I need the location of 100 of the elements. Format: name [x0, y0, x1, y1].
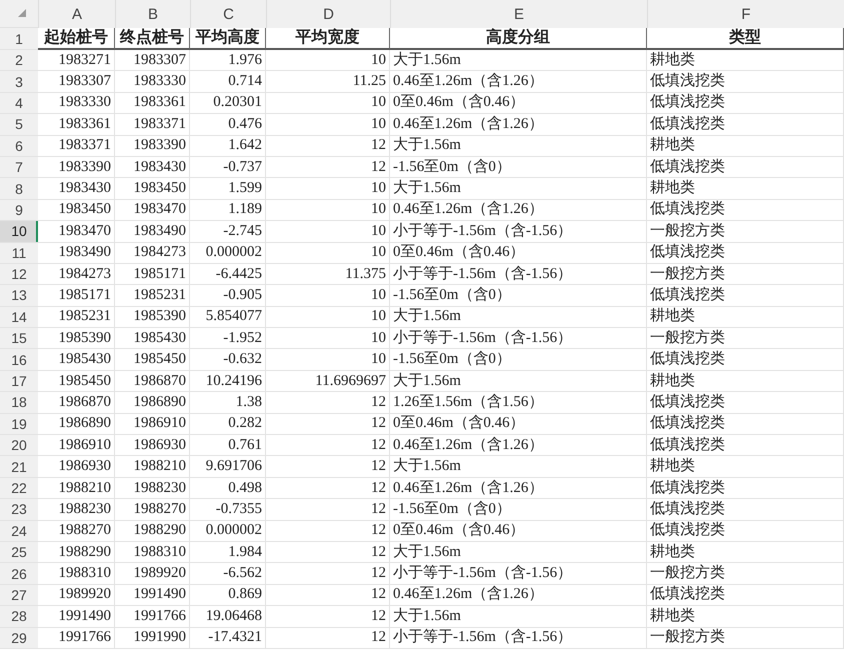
table-cell: 0.000002	[190, 242, 266, 264]
row-header[interactable]: 19	[0, 414, 38, 436]
table-cell: -1.56至0m（含0）	[390, 349, 647, 371]
table-cell: 12	[266, 435, 390, 456]
row-header[interactable]: 22	[0, 478, 38, 500]
column-header[interactable]: A	[38, 0, 115, 28]
table-cell: 1991990	[115, 628, 190, 649]
table-cell: 0.46至1.26m（含1.26）	[390, 200, 647, 222]
row-header[interactable]: 5	[0, 114, 38, 136]
table-cell: 1986930	[115, 435, 190, 456]
row-header[interactable]: 23	[0, 499, 38, 521]
row-header[interactable]: 1	[0, 28, 38, 50]
table-cell: 0.714	[190, 71, 266, 93]
table-cell: 0.761	[190, 435, 266, 456]
table-cell: 0.000002	[190, 520, 266, 542]
table-cell: 耕地类	[647, 606, 844, 628]
table-cell: 大于1.56m	[390, 606, 647, 628]
table-cell: 12	[266, 563, 390, 585]
select-all-icon[interactable]	[18, 9, 26, 17]
table-cell: -1.56至0m（含0）	[390, 156, 647, 178]
table-cell: 小于等于-1.56m（含-1.56）	[390, 328, 647, 350]
column-header[interactable]: C	[190, 0, 266, 28]
row-header[interactable]: 17	[0, 370, 38, 392]
table-cell: 1989920	[38, 584, 115, 606]
row-header[interactable]: 18	[0, 392, 38, 414]
row-header[interactable]: 4	[0, 92, 38, 114]
table-cell: 1983450	[38, 200, 115, 222]
table-cell: 大于1.56m	[390, 370, 647, 392]
table-cell: 10.24196	[190, 370, 266, 392]
table-cell: 1.642	[190, 136, 266, 157]
column-header[interactable]: B	[115, 0, 190, 28]
table-cell: 1984273	[38, 264, 115, 286]
table-cell: 1983371	[115, 114, 190, 136]
row-header[interactable]: 29	[0, 628, 38, 649]
table-cell: 10	[266, 328, 390, 350]
column-header[interactable]: D	[266, 0, 390, 28]
table-cell: 耕地类	[647, 50, 844, 72]
table-cell: 0至0.46m（含0.46）	[390, 414, 647, 436]
row-header[interactable]: 9	[0, 200, 38, 222]
table-cell: 大于1.56m	[390, 456, 647, 478]
table-cell: 1988210	[115, 456, 190, 478]
column-heading: 平均宽度	[266, 28, 390, 50]
table-cell: 0.46至1.26m（含1.26）	[390, 114, 647, 136]
table-cell: 1991766	[115, 606, 190, 628]
table-cell: 1986870	[38, 392, 115, 414]
table-cell: 1983371	[38, 136, 115, 157]
table-cell: 1985171	[115, 264, 190, 286]
row-header[interactable]: 10	[0, 221, 38, 243]
table-cell: 1991490	[38, 606, 115, 628]
table-cell: 1.976	[190, 50, 266, 72]
table-cell: 低填浅挖类	[647, 435, 844, 456]
table-cell: 12	[266, 520, 390, 542]
table-cell: 10	[266, 285, 390, 307]
row-header[interactable]: 15	[0, 328, 38, 350]
row-header[interactable]: 27	[0, 584, 38, 606]
table-cell: 12	[266, 584, 390, 606]
row-header[interactable]: 25	[0, 542, 38, 564]
table-cell: 1983361	[115, 92, 190, 114]
table-cell: 1985390	[38, 328, 115, 350]
table-cell: 1983470	[115, 200, 190, 222]
table-cell: 1988290	[115, 520, 190, 542]
table-cell: 1988310	[115, 542, 190, 564]
row-header[interactable]: 14	[0, 306, 38, 328]
table-cell: 1984273	[115, 242, 190, 264]
table-cell: -0.905	[190, 285, 266, 307]
column-heading: 平均高度	[190, 28, 266, 50]
table-cell: 1985430	[38, 349, 115, 371]
table-cell: 1985450	[115, 349, 190, 371]
row-header[interactable]: 12	[0, 264, 38, 286]
row-header[interactable]: 2	[0, 50, 38, 72]
row-header[interactable]: 11	[0, 242, 38, 264]
row-header[interactable]: 20	[0, 435, 38, 456]
table-cell: 12	[266, 392, 390, 414]
row-header[interactable]: 13	[0, 285, 38, 307]
row-header[interactable]: 8	[0, 178, 38, 200]
row-header[interactable]: 28	[0, 606, 38, 628]
table-cell: 一般挖方类	[647, 563, 844, 585]
column-header[interactable]: F	[647, 0, 844, 28]
table-cell: 大于1.56m	[390, 542, 647, 564]
row-header[interactable]: 26	[0, 563, 38, 585]
row-header[interactable]: 24	[0, 520, 38, 542]
table-cell: 1983490	[38, 242, 115, 264]
table-cell: 0.476	[190, 114, 266, 136]
table-cell: 1.26至1.56m（含1.56）	[390, 392, 647, 414]
table-cell: 1988270	[38, 520, 115, 542]
table-cell: 低填浅挖类	[647, 71, 844, 93]
table-cell: 0.46至1.26m（含1.26）	[390, 435, 647, 456]
table-cell: 一般挖方类	[647, 328, 844, 350]
row-header[interactable]: 7	[0, 156, 38, 178]
table-cell: 9.691706	[190, 456, 266, 478]
table-cell: 1986890	[38, 414, 115, 436]
row-header[interactable]: 6	[0, 136, 38, 157]
column-header[interactable]: E	[390, 0, 647, 28]
row-header[interactable]: 16	[0, 349, 38, 371]
row-header[interactable]: 21	[0, 456, 38, 478]
table-cell: 1983430	[38, 178, 115, 200]
table-cell: 1983330	[38, 92, 115, 114]
table-cell: 1983330	[115, 71, 190, 93]
row-header[interactable]: 3	[0, 71, 38, 93]
table-cell: 低填浅挖类	[647, 584, 844, 606]
